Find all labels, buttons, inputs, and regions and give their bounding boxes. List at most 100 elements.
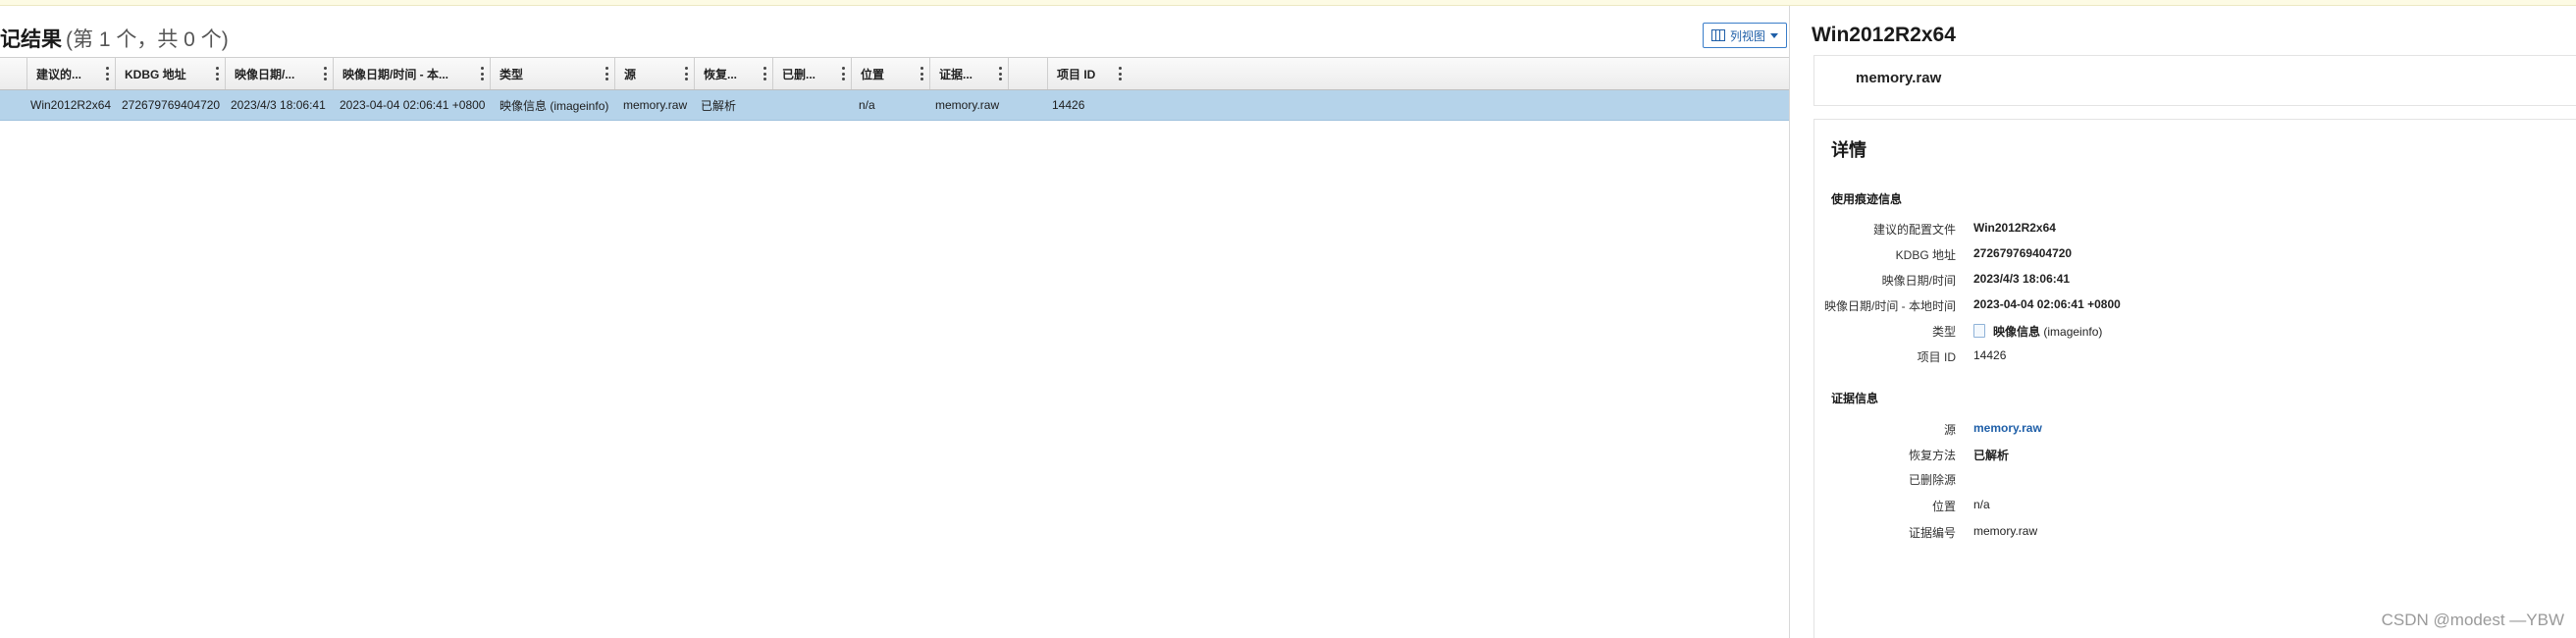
evidence-section-title: 证据信息 (1831, 392, 1879, 405)
field-label: 建议的配置文件 (1872, 223, 1956, 237)
column-header-label: 映像日期/时间 - 本... (342, 67, 449, 81)
field-value: 272679769404720 (1973, 246, 2073, 260)
column-header-label: 映像日期/... (235, 67, 295, 81)
usage-section-title: 使用痕迹信息 (1831, 192, 1903, 206)
field-label: 映像日期/时间 - 本地时间 (1824, 299, 1956, 313)
column-header-source[interactable]: 源 (615, 58, 695, 89)
row-select-cell[interactable] (0, 90, 27, 120)
source-link[interactable]: memory.raw (1973, 421, 2042, 435)
field-source: 源 memory.raw (1814, 418, 2570, 438)
field-value: n/a (1973, 498, 1990, 511)
column-view-label: 列视图 (1729, 28, 1765, 43)
kebab-icon[interactable] (481, 67, 484, 80)
kebab-icon[interactable] (763, 67, 766, 80)
field-label: 已删除源 (1908, 473, 1956, 487)
cell-type[interactable]: 映像信息 (imageinfo) (491, 90, 615, 120)
kebab-icon[interactable] (605, 67, 608, 80)
column-header-evidence[interactable]: 证据... (930, 58, 1009, 89)
kebab-icon[interactable] (324, 67, 327, 80)
field-value: memory.raw (1973, 524, 2038, 538)
column-header-flag[interactable] (1009, 58, 1048, 89)
column-header-recovery[interactable]: 恢复... (695, 58, 773, 89)
field-value: 映像信息 (imageinfo) (1973, 323, 2102, 340)
cell-profile[interactable]: Win2012R2x64 (27, 90, 116, 120)
card-title: 详情 (1831, 140, 1866, 160)
column-header-deleted[interactable]: 已删... (773, 58, 852, 89)
type-value: 映像信息 (1993, 325, 2041, 339)
cell-deleted[interactable] (773, 90, 852, 120)
column-header-label: KDBG 地址 (125, 67, 186, 81)
column-header-item-id[interactable]: 项目 ID (1048, 58, 1156, 89)
file-name: memory.raw (1856, 70, 1942, 86)
field-value: 2023-04-04 02:06:41 +0800 (1973, 297, 2121, 311)
grid-header: 建议的... KDBG 地址 映像日期/... 映像日期/时间 - 本... 类… (0, 57, 1789, 90)
document-icon (1973, 324, 1985, 338)
results-grid: 建议的... KDBG 地址 映像日期/... 映像日期/时间 - 本... 类… (0, 57, 1789, 121)
file-header: memory.raw (1814, 55, 2576, 106)
cell-evidence[interactable]: memory.raw (930, 90, 1009, 120)
column-header-label: 位置 (861, 67, 885, 81)
kebab-icon[interactable] (106, 67, 109, 80)
field-location: 位置 n/a (1814, 495, 2570, 514)
field-label: 证据编号 (1908, 526, 1956, 540)
field-deleted-source: 已删除源 (1814, 468, 2570, 488)
field-label: KDBG 地址 (1895, 248, 1956, 262)
field-value: 已解析 (1973, 449, 2010, 462)
column-header-label: 类型 (499, 67, 524, 81)
field-value: Win2012R2x64 (1973, 221, 2056, 235)
kebab-icon[interactable] (685, 67, 688, 80)
field-label: 类型 (1931, 325, 1956, 339)
field-label: 项目 ID (1917, 350, 1956, 364)
field-label: 源 (1943, 423, 1956, 437)
column-header-label: 证据... (939, 67, 973, 81)
column-view-button[interactable]: 列视图 (1703, 23, 1787, 48)
cell-source[interactable]: memory.raw (615, 90, 695, 120)
kebab-icon[interactable] (1119, 67, 1122, 80)
kebab-icon[interactable] (999, 67, 1002, 80)
field-value: 2023/4/3 18:06:41 (1973, 272, 2071, 286)
field-label: 位置 (1931, 500, 1956, 513)
kebab-icon[interactable] (842, 67, 845, 80)
field-type: 类型 映像信息 (imageinfo) (1814, 320, 2570, 340)
cell-recovery[interactable]: 已解析 (695, 90, 773, 120)
field-label: 映像日期/时间 (1881, 274, 1956, 288)
cell-image-date-local[interactable]: 2023-04-04 02:06:41 +0800 (334, 90, 491, 120)
results-title-text: 记结果 (0, 28, 62, 51)
field-value: 14426 (1973, 348, 2007, 362)
column-header-select[interactable] (0, 58, 27, 89)
detail-title: Win2012R2x64 (1812, 24, 1956, 46)
cell-flag[interactable] (1009, 90, 1048, 120)
watermark: CSDN @modest —YBW (2381, 611, 2564, 629)
field-image-date-local: 映像日期/时间 - 本地时间 2023-04-04 02:06:41 +0800 (1814, 294, 2570, 314)
column-header-label: 建议的... (36, 67, 82, 81)
kebab-icon[interactable] (216, 67, 219, 80)
column-header-label: 项目 ID (1057, 67, 1096, 81)
column-header-type[interactable]: 类型 (491, 58, 615, 89)
field-evidence-number: 证据编号 memory.raw (1814, 521, 2570, 541)
field-recovery-method: 恢复方法 已解析 (1814, 444, 2570, 463)
column-header-kdbg[interactable]: KDBG 地址 (116, 58, 226, 89)
cell-kdbg[interactable]: 272679769404720 (116, 90, 226, 120)
caret-down-icon (1770, 32, 1778, 38)
table-row-selected[interactable]: Win2012R2x64 272679769404720 2023/4/3 18… (0, 90, 1789, 121)
cell-location[interactable]: n/a (852, 90, 930, 120)
field-suggested-profile: 建议的配置文件 Win2012R2x64 (1814, 218, 2570, 238)
detail-card: 详情 使用痕迹信息 建议的配置文件 Win2012R2x64 KDBG 地址 2… (1814, 119, 2576, 638)
results-title: 记结果 (第 1 个，共 0 个) (0, 24, 229, 53)
results-panel: 记结果 (第 1 个，共 0 个) 列视图 建议的... KDBG 地址 映像日期… (0, 6, 1790, 638)
detail-panel: Win2012R2x64 memory.raw 详情 使用痕迹信息 建议的配置文… (1812, 6, 2576, 638)
column-header-location[interactable]: 位置 (852, 58, 930, 89)
column-header-label: 恢复... (704, 67, 738, 81)
column-header-label: 已删... (782, 67, 816, 81)
results-count: (第 1 个，共 0 个) (66, 28, 229, 51)
columns-icon (1710, 29, 1725, 41)
column-header-image-date[interactable]: 映像日期/... (226, 58, 334, 89)
column-header-profile[interactable]: 建议的... (27, 58, 116, 89)
cell-image-date[interactable]: 2023/4/3 18:06:41 (226, 90, 334, 120)
column-header-image-date-local[interactable]: 映像日期/时间 - 本... (334, 58, 491, 89)
kebab-icon[interactable] (920, 67, 923, 80)
field-image-date: 映像日期/时间 2023/4/3 18:06:41 (1814, 269, 2570, 289)
cell-item-id[interactable]: 14426 (1048, 90, 1156, 120)
field-item-id: 项目 ID 14426 (1814, 346, 2570, 365)
column-header-label: 源 (624, 67, 637, 81)
